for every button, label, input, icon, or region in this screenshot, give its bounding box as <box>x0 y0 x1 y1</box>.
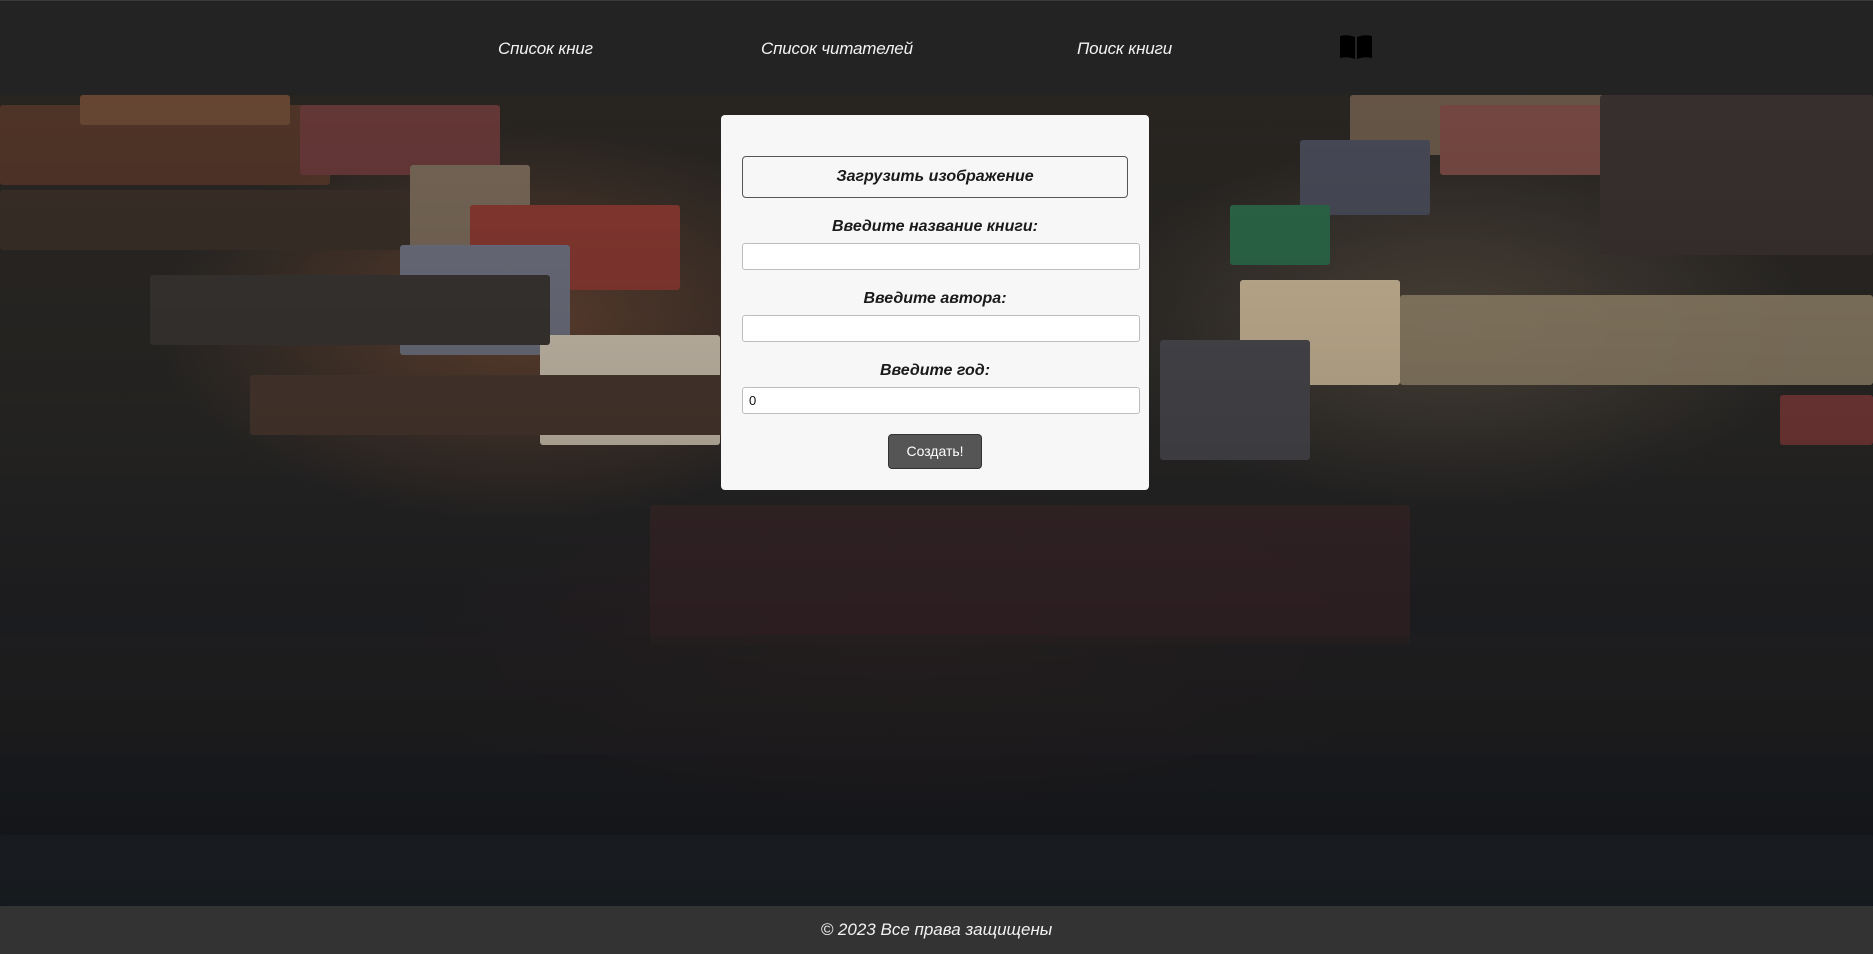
open-book-icon[interactable] <box>1339 34 1373 60</box>
top-navigation-bar: Список книг Список читателей Поиск книги <box>0 0 1873 95</box>
copyright-text: © 2023 Все права защищены <box>820 920 1053 939</box>
book-title-label: Введите название книги: <box>832 218 1038 235</box>
year-label: Введите год: <box>879 362 991 379</box>
upload-image-button[interactable]: Загрузить изображение <box>742 156 1128 198</box>
create-button[interactable]: Создать! <box>888 434 982 469</box>
nav-link-book-search[interactable]: Поиск книги <box>1077 39 1172 59</box>
author-label: Введите автора: <box>863 290 1007 307</box>
footer: © 2023 Все права защищены <box>0 906 1873 954</box>
author-input[interactable] <box>742 315 1140 342</box>
create-book-form: Загрузить изображение Введите название к… <box>721 115 1149 490</box>
nav-link-books-list[interactable]: Список книг <box>498 39 593 59</box>
year-input[interactable] <box>742 387 1140 414</box>
book-title-input[interactable] <box>742 243 1140 270</box>
nav-link-readers-list[interactable]: Список читателей <box>761 39 913 59</box>
